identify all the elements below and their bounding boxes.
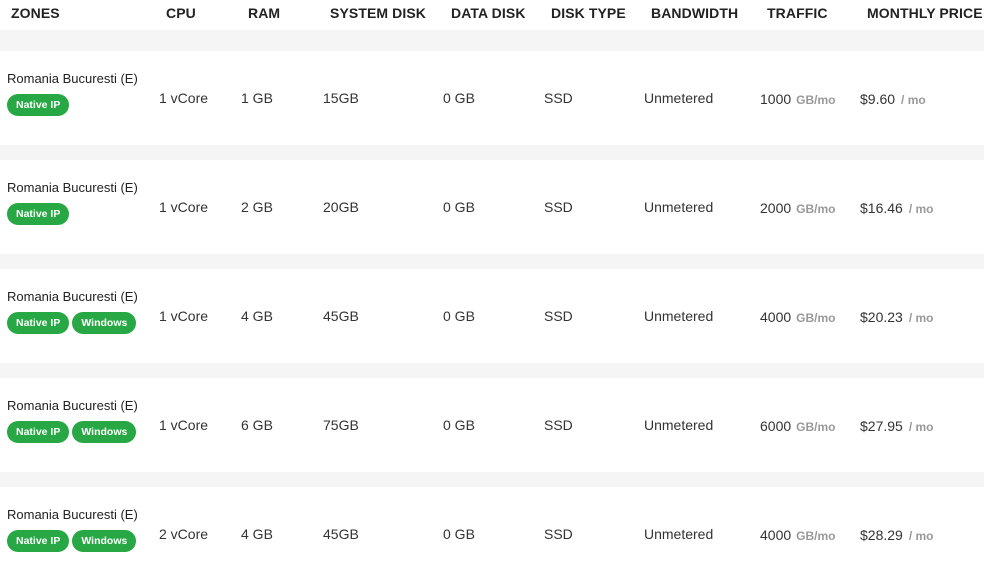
cpu-cell: 1 vCore xyxy=(159,417,209,433)
disk-type-cell: SSD xyxy=(544,199,573,215)
ram-cell: 4 GB xyxy=(241,526,273,542)
cpu-cell: 1 vCore xyxy=(159,199,209,215)
windows-badge: Windows xyxy=(72,530,137,552)
traffic-cell: 2000 GB/mo xyxy=(760,200,836,216)
price-period: / mo xyxy=(901,93,926,107)
table-row[interactable]: Romania Bucuresti (E) Native IP Windows 1 v… xyxy=(0,269,984,363)
data-disk-cell: 0 GB xyxy=(443,308,475,324)
system-disk-cell: 45GB xyxy=(323,526,359,542)
cpu-cell: 1 vCore xyxy=(159,308,209,324)
traffic-value: 6000 xyxy=(760,418,792,434)
table-row[interactable]: Romania Bucuresti (E) Native IP Windows 1 v… xyxy=(0,378,984,472)
disk-type-cell: SSD xyxy=(544,526,573,542)
zone-badges: Native IP Windows xyxy=(7,530,137,552)
traffic-unit: GB/mo xyxy=(796,93,836,107)
native-ip-badge: Native IP xyxy=(7,530,70,552)
zone-badges: Native IP xyxy=(7,203,70,225)
disk-type-cell: SSD xyxy=(544,417,573,433)
native-ip-badge: Native IP xyxy=(7,312,70,334)
price-period: / mo xyxy=(908,420,934,434)
ram-cell: 1 GB xyxy=(241,90,273,106)
table-row[interactable]: Romania Bucuresti (E) Native IP Windows 2 v… xyxy=(0,487,984,581)
zone-badges: Native IP Windows xyxy=(7,312,137,334)
cpu-cell: 2 vCore xyxy=(159,526,209,542)
data-disk-cell: 0 GB xyxy=(443,417,475,433)
column-header-bandwidth[interactable]: BANDWIDTH xyxy=(651,5,738,21)
monthly-price-cell: $16.46 / mo xyxy=(860,200,934,216)
traffic-value: 4000 xyxy=(760,527,792,543)
bandwidth-cell: Unmetered xyxy=(644,526,714,542)
table-header: ZONES CPU RAM SYSTEM DISK DATA DISK DISK… xyxy=(0,0,984,30)
price-value: $9.60 xyxy=(860,91,896,107)
price-value: $20.23 xyxy=(860,309,903,325)
zone-name: Romania Bucuresti (E) xyxy=(7,398,138,413)
monthly-price-cell: $27.95 / mo xyxy=(860,418,934,434)
disk-type-cell: SSD xyxy=(544,90,573,106)
ram-cell: 2 GB xyxy=(241,199,273,215)
system-disk-cell: 75GB xyxy=(323,417,359,433)
column-header-traffic[interactable]: TRAFFIC xyxy=(767,5,828,21)
price-value: $16.46 xyxy=(860,200,903,216)
zone-badges: Native IP xyxy=(7,94,70,116)
traffic-unit: GB/mo xyxy=(796,420,836,434)
data-disk-cell: 0 GB xyxy=(443,90,475,106)
cpu-cell: 1 vCore xyxy=(159,90,209,106)
pricing-table: ZONES CPU RAM SYSTEM DISK DATA DISK DISK… xyxy=(0,0,984,581)
traffic-cell: 4000 GB/mo xyxy=(760,527,836,543)
table-row[interactable]: Romania Bucuresti (E) Native IP 1 vCore 1 G… xyxy=(0,51,984,145)
traffic-value: 2000 xyxy=(760,200,792,216)
disk-type-cell: SSD xyxy=(544,308,573,324)
zone-name: Romania Bucuresti (E) xyxy=(7,507,138,522)
traffic-unit: GB/mo xyxy=(796,311,836,325)
column-header-ram[interactable]: RAM xyxy=(248,5,280,21)
native-ip-badge: Native IP xyxy=(7,421,70,443)
windows-badge: Windows xyxy=(72,421,137,443)
column-header-system-disk[interactable]: SYSTEM DISK xyxy=(330,5,426,21)
traffic-value: 4000 xyxy=(760,309,792,325)
price-period: / mo xyxy=(908,311,934,325)
column-header-data-disk[interactable]: DATA DISK xyxy=(451,5,526,21)
bandwidth-cell: Unmetered xyxy=(644,90,714,106)
data-disk-cell: 0 GB xyxy=(443,199,475,215)
traffic-unit: GB/mo xyxy=(796,529,836,543)
column-header-zones[interactable]: ZONES xyxy=(11,5,60,21)
zone-name: Romania Bucuresti (E) xyxy=(7,289,138,304)
native-ip-badge: Native IP xyxy=(7,94,70,116)
column-header-disk-type[interactable]: DISK TYPE xyxy=(551,5,626,21)
windows-badge: Windows xyxy=(72,312,137,334)
monthly-price-cell: $20.23 / mo xyxy=(860,309,934,325)
native-ip-badge: Native IP xyxy=(7,203,70,225)
bandwidth-cell: Unmetered xyxy=(644,199,714,215)
zone-name: Romania Bucuresti (E) xyxy=(7,71,138,86)
table-row[interactable]: Romania Bucuresti (E) Native IP 1 vCore 2 G… xyxy=(0,160,984,254)
price-value: $27.95 xyxy=(860,418,903,434)
zone-name: Romania Bucuresti (E) xyxy=(7,180,138,195)
traffic-cell: 1000 GB/mo xyxy=(760,91,836,107)
traffic-value: 1000 xyxy=(760,91,792,107)
price-value: $28.29 xyxy=(860,527,903,543)
zone-badges: Native IP Windows xyxy=(7,421,137,443)
bandwidth-cell: Unmetered xyxy=(644,308,714,324)
price-period: / mo xyxy=(908,202,934,216)
column-header-cpu[interactable]: CPU xyxy=(166,5,196,21)
bandwidth-cell: Unmetered xyxy=(644,417,714,433)
traffic-cell: 6000 GB/mo xyxy=(760,418,836,434)
ram-cell: 4 GB xyxy=(241,308,273,324)
monthly-price-cell: $28.29 / mo xyxy=(860,527,934,543)
price-period: / mo xyxy=(908,529,934,543)
column-header-monthly-price[interactable]: MONTHLY PRICE xyxy=(867,5,983,21)
traffic-unit: GB/mo xyxy=(796,202,836,216)
traffic-cell: 4000 GB/mo xyxy=(760,309,836,325)
monthly-price-cell: $9.60 / mo xyxy=(860,91,926,107)
ram-cell: 6 GB xyxy=(241,417,273,433)
system-disk-cell: 15GB xyxy=(323,90,359,106)
system-disk-cell: 45GB xyxy=(323,308,359,324)
system-disk-cell: 20GB xyxy=(323,199,359,215)
data-disk-cell: 0 GB xyxy=(443,526,475,542)
